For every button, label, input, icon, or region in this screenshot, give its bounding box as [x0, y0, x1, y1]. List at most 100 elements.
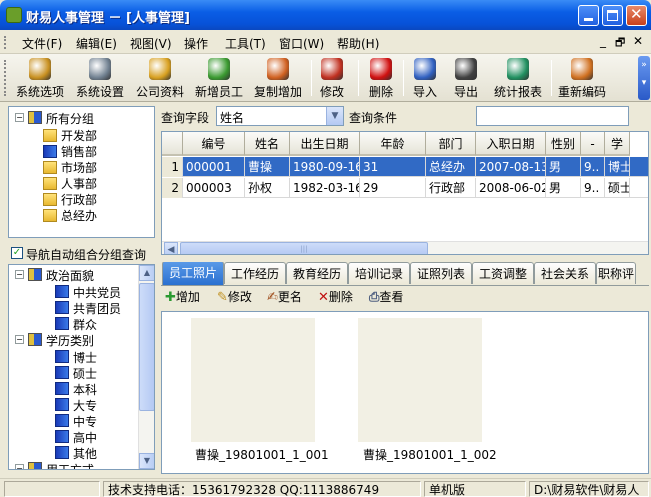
scroll-down-icon[interactable]: ▼ — [139, 453, 154, 469]
photo-thumbnail[interactable] — [358, 318, 482, 442]
tree-item-department[interactable]: 开发部 — [61, 127, 97, 144]
photo-action-button[interactable]: ⎙查看 — [369, 288, 403, 306]
table-cell[interactable]: 29 — [360, 178, 426, 198]
tree-group-label[interactable]: 用工方式 — [46, 461, 94, 469]
tree-root-all-groups[interactable]: 所有分组 — [46, 110, 94, 127]
collapse-icon[interactable]: − — [15, 464, 24, 469]
copy-add-button[interactable]: 复制增加 — [250, 56, 306, 100]
row-index[interactable]: 2 — [162, 178, 183, 198]
tree-item-category[interactable]: 博士 — [73, 349, 97, 366]
add-employee-button[interactable]: 新增员工 — [191, 56, 247, 100]
tab-item[interactable]: 教育经历 — [286, 262, 348, 284]
table-cell[interactable]: 1980-09-16 — [290, 157, 360, 177]
tree-item-category[interactable]: 共青团员 — [73, 300, 121, 317]
table-cell[interactable]: 孙权 — [245, 178, 290, 198]
mdi-minimize-icon[interactable]: _ — [600, 34, 606, 48]
statistics-report-button[interactable]: 统计报表 — [490, 56, 546, 100]
table-cell[interactable]: 男 — [546, 157, 581, 177]
table-cell[interactable]: 2007-08-13 — [476, 157, 546, 177]
row-index[interactable]: 1 — [162, 157, 183, 177]
photo-action-button[interactable]: ✍更名 — [267, 288, 302, 306]
tab-item[interactable]: 工作经历 — [224, 262, 286, 284]
table-cell[interactable]: 000001 — [183, 157, 245, 177]
tab-item[interactable]: 员工照片 — [162, 262, 224, 285]
tree-item-category[interactable]: 中专 — [73, 413, 97, 430]
table-cell[interactable]: 博士 — [605, 157, 630, 177]
nav-auto-group-checkbox[interactable]: ✓ — [11, 247, 23, 259]
tree-scrollbar[interactable]: ▲ ▼ — [138, 265, 154, 469]
table-cell[interactable]: 9.. — [581, 157, 605, 177]
query-field-select[interactable]: 姓名 ▼ — [216, 106, 344, 126]
table-cell[interactable]: 总经办 — [426, 157, 476, 177]
close-button[interactable]: ✕ — [626, 5, 647, 26]
tree-item-department[interactable]: 市场部 — [61, 159, 97, 176]
tab-item[interactable]: 工资调整 — [472, 262, 534, 284]
tree-item-category[interactable]: 大专 — [73, 397, 97, 414]
mdi-restore-icon[interactable]: 🗗 — [615, 34, 625, 53]
tree-item-category[interactable]: 高中 — [73, 429, 97, 446]
tree-item-category[interactable]: 群众 — [73, 316, 97, 333]
toolbar-overflow-icon[interactable]: » ▾ — [638, 56, 650, 100]
collapse-icon[interactable]: − — [15, 113, 24, 122]
grid-column-header[interactable]: 出生日期 — [290, 132, 360, 156]
scroll-left-icon[interactable]: ◀ — [164, 242, 178, 254]
grid-column-header[interactable]: 入职日期 — [476, 132, 546, 156]
collapse-icon[interactable]: − — [15, 335, 24, 344]
tab-item[interactable]: 证照列表 — [410, 262, 472, 284]
menu-help[interactable]: 帮助(H) — [337, 35, 379, 52]
tree-item-department[interactable]: 行政部 — [61, 191, 97, 208]
menu-tools[interactable]: 工具(T) — [225, 35, 266, 52]
photo-thumbnail[interactable] — [191, 318, 315, 442]
company-info-button[interactable]: 公司资料 — [132, 56, 188, 100]
scroll-thumb[interactable]: ||| — [180, 242, 428, 254]
grid-column-header[interactable]: 性别 — [546, 132, 581, 156]
tree-item-department[interactable]: 总经办 — [61, 207, 97, 224]
tree-item-category[interactable]: 硕士 — [73, 365, 97, 382]
grid-hscrollbar[interactable]: ◀ ||| — [162, 241, 648, 254]
scroll-up-icon[interactable]: ▲ — [139, 265, 154, 281]
tree-group-label[interactable]: 政治面貌 — [46, 267, 94, 284]
system-options-button[interactable]: 系统选项 — [12, 56, 68, 100]
maximize-button[interactable] — [602, 5, 623, 26]
grid-column-header[interactable]: - — [581, 132, 605, 156]
mdi-close-icon[interactable]: ✕ — [633, 34, 643, 48]
grid-column-header[interactable]: 姓名 — [245, 132, 290, 156]
tab-item[interactable]: 培训记录 — [348, 262, 410, 284]
tab-item[interactable]: 社会关系 — [534, 262, 596, 284]
export-button[interactable]: 导出 — [449, 56, 483, 100]
table-cell[interactable]: 2008-06-02 — [476, 178, 546, 198]
system-settings-button[interactable]: 系统设置 — [72, 56, 128, 100]
collapse-icon[interactable]: − — [15, 270, 24, 279]
table-cell[interactable]: 曹操 — [245, 157, 290, 177]
menu-window[interactable]: 窗口(W) — [279, 35, 324, 52]
tree-item-category[interactable]: 本科 — [73, 381, 97, 398]
grid-column-header[interactable]: 编号 — [183, 132, 245, 156]
minimize-button[interactable] — [578, 5, 599, 26]
grid-column-header[interactable]: 部门 — [426, 132, 476, 156]
tree-item-department[interactable]: 人事部 — [61, 175, 97, 192]
query-condition-input[interactable] — [476, 106, 629, 126]
grid-column-header[interactable]: 年龄 — [360, 132, 426, 156]
recode-button[interactable]: 重新编码 — [554, 56, 610, 100]
tree-item-category[interactable]: 其他 — [73, 445, 97, 462]
tree-item-category[interactable]: 中共党员 — [73, 284, 121, 301]
table-cell[interactable]: 硕士 — [605, 178, 630, 198]
tree-group-label[interactable]: 学历类别 — [46, 332, 94, 349]
photo-action-button[interactable]: ✎修改 — [217, 288, 252, 306]
photo-action-button[interactable]: ✚增加 — [165, 288, 200, 306]
menu-file[interactable]: 文件(F) — [22, 35, 62, 52]
table-cell[interactable]: 1982-03-16 — [290, 178, 360, 198]
table-cell[interactable]: 男 — [546, 178, 581, 198]
photo-action-button[interactable]: ✕删除 — [318, 288, 353, 306]
menu-view[interactable]: 视图(V) — [130, 35, 172, 52]
scroll-thumb[interactable] — [139, 283, 154, 411]
import-button[interactable]: 导入 — [408, 56, 442, 100]
menu-edit[interactable]: 编辑(E) — [76, 35, 117, 52]
table-cell[interactable]: 9.. — [581, 178, 605, 198]
table-cell[interactable]: 行政部 — [426, 178, 476, 198]
tab-item[interactable]: 职称评 — [596, 262, 636, 284]
tree-item-department[interactable]: 销售部 — [61, 143, 97, 160]
grid-column-header[interactable]: 学 — [605, 132, 630, 156]
chevron-down-icon[interactable]: ▼ — [326, 107, 343, 125]
table-cell[interactable]: 31 — [360, 157, 426, 177]
